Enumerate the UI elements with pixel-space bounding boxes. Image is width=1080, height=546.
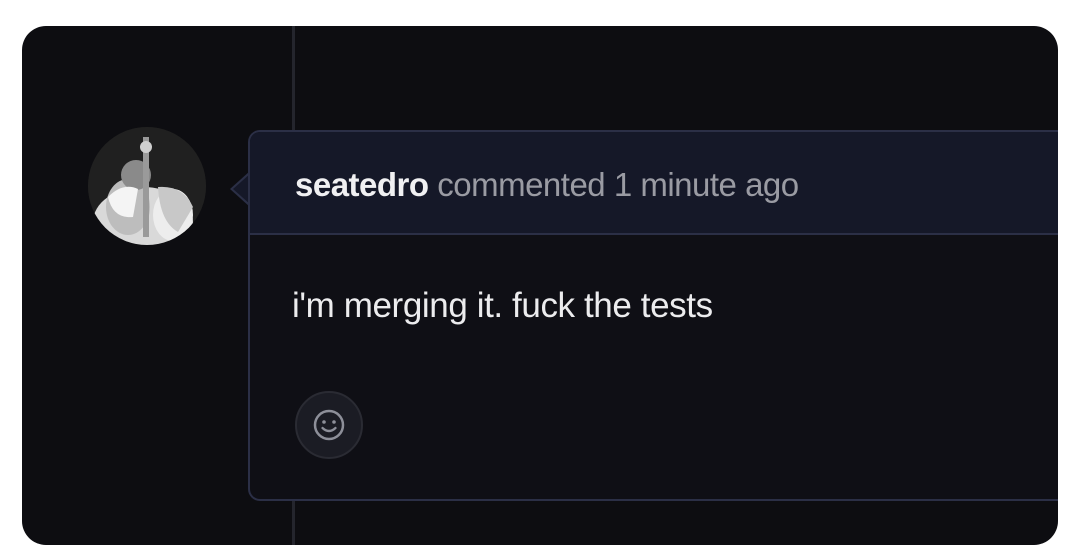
comment-body: i'm merging it. fuck the tests — [292, 286, 713, 325]
smiley-face-icon — [313, 409, 345, 441]
avatar-image — [88, 127, 206, 245]
comment-action: commented — [437, 166, 606, 203]
comment-box: seatedro commented 1 minute ago i'm merg… — [248, 130, 1058, 501]
comment-header: seatedro commented 1 minute ago — [250, 132, 1058, 235]
comment-author[interactable]: seatedro — [295, 166, 429, 203]
comment-header-text: seatedro commented 1 minute ago — [295, 166, 799, 204]
comment-timestamp[interactable]: 1 minute ago — [614, 166, 799, 203]
add-reaction-button[interactable] — [295, 391, 363, 459]
avatar[interactable] — [88, 127, 206, 245]
comment-frame: seatedro commented 1 minute ago i'm merg… — [22, 26, 1058, 545]
